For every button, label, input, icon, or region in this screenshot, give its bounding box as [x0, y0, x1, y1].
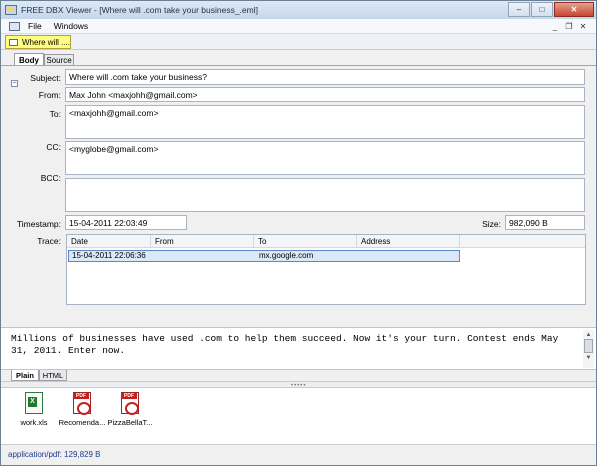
- status-bar: application/pdf: 129,829 B: [1, 444, 596, 465]
- size-label: Size:: [482, 219, 501, 229]
- attachment-name: work.xls: [20, 418, 48, 427]
- excel-file-icon: [25, 392, 43, 414]
- document-tab[interactable]: Where will ....: [5, 35, 71, 49]
- maximize-button[interactable]: □: [531, 2, 553, 17]
- attachment-name: PizzaBellaT...: [107, 418, 153, 427]
- menu-bar: File Windows _ ❐ ✕: [1, 19, 596, 34]
- subject-field[interactable]: Where will .com take your business?: [65, 69, 585, 85]
- bcc-field[interactable]: [65, 178, 585, 212]
- status-text: application/pdf: 129,829 B: [8, 450, 101, 459]
- close-button[interactable]: ✕: [554, 2, 594, 17]
- splitter[interactable]: •••••: [1, 381, 596, 389]
- pdf-file-icon: [121, 392, 139, 415]
- table-row[interactable]: 15-04-2011 22:06:36 mx.google.com: [68, 250, 460, 262]
- collapse-icon[interactable]: −: [11, 80, 18, 87]
- document-icon[interactable]: [9, 21, 20, 31]
- format-tabs: Plain HTML: [1, 369, 596, 381]
- column-to[interactable]: To: [254, 235, 357, 248]
- attachment-name: Recomenda...: [58, 418, 106, 427]
- bcc-label: BCC:: [40, 173, 61, 183]
- to-label: To:: [49, 109, 61, 119]
- child-restore-button[interactable]: ❐: [562, 20, 576, 32]
- child-close-button[interactable]: ✕: [576, 20, 590, 32]
- to-field[interactable]: <maxjohh@gmail.com>: [65, 105, 585, 139]
- scroll-thumb[interactable]: [584, 339, 593, 353]
- trace-from: [153, 251, 256, 261]
- trace-address: [359, 251, 459, 261]
- tab-plain[interactable]: Plain: [11, 370, 39, 381]
- from-label: From:: [38, 90, 61, 100]
- size-field[interactable]: 982,090 B: [505, 215, 585, 230]
- app-icon: [5, 5, 17, 15]
- cc-label: CC:: [46, 142, 61, 152]
- document-tab-bar: Where will ....: [1, 34, 596, 50]
- trace-label: Trace:: [37, 236, 61, 246]
- window-title: FREE DBX Viewer - [Where will .com take …: [21, 5, 258, 15]
- timestamp-field[interactable]: 15-04-2011 22:03:49: [65, 215, 187, 230]
- cc-field[interactable]: <myglobe@gmail.com>: [65, 141, 585, 175]
- trace-table[interactable]: Date From To Address 15-04-2011 22:06:36…: [66, 234, 586, 305]
- menu-windows[interactable]: Windows: [52, 21, 90, 31]
- envelope-icon: [9, 38, 18, 46]
- trace-date: 15-04-2011 22:06:36: [72, 251, 146, 260]
- timestamp-label: Timestamp:: [16, 219, 61, 229]
- message-text: Millions of businesses have used .com to…: [11, 333, 564, 356]
- column-from[interactable]: From: [151, 235, 254, 248]
- scroll-down-icon[interactable]: ▼: [583, 353, 594, 362]
- app-window: FREE DBX Viewer - [Where will .com take …: [0, 0, 597, 466]
- document-tab-label: Where will ....: [21, 37, 70, 47]
- message-body[interactable]: Millions of businesses have used .com to…: [1, 327, 596, 369]
- column-address[interactable]: Address: [357, 235, 460, 248]
- trace-header: Date From To Address: [67, 235, 585, 248]
- title-bar[interactable]: FREE DBX Viewer - [Where will .com take …: [1, 1, 596, 19]
- column-date[interactable]: Date: [67, 235, 151, 248]
- vertical-scrollbar[interactable]: ▲ ▼: [583, 330, 594, 368]
- attachments-panel: work.xls Recomenda... PizzaBellaT...: [1, 388, 596, 444]
- subject-label: Subject:: [30, 73, 61, 83]
- attachment-item[interactable]: work.xls: [9, 392, 59, 427]
- trace-to: mx.google.com: [259, 251, 314, 260]
- scroll-up-icon[interactable]: ▲: [583, 330, 594, 339]
- attachment-item[interactable]: Recomenda...: [57, 392, 107, 427]
- from-field[interactable]: Max John <maxjohh@gmail.com>: [65, 87, 585, 102]
- header-panel: − Subject: Where will .com take your bus…: [1, 65, 596, 325]
- tab-html[interactable]: HTML: [39, 370, 67, 381]
- child-minimize-button[interactable]: _: [548, 20, 562, 32]
- pdf-file-icon: [73, 392, 91, 415]
- attachment-item[interactable]: PizzaBellaT...: [105, 392, 155, 427]
- menu-file[interactable]: File: [26, 21, 44, 31]
- minimize-button[interactable]: –: [508, 2, 530, 17]
